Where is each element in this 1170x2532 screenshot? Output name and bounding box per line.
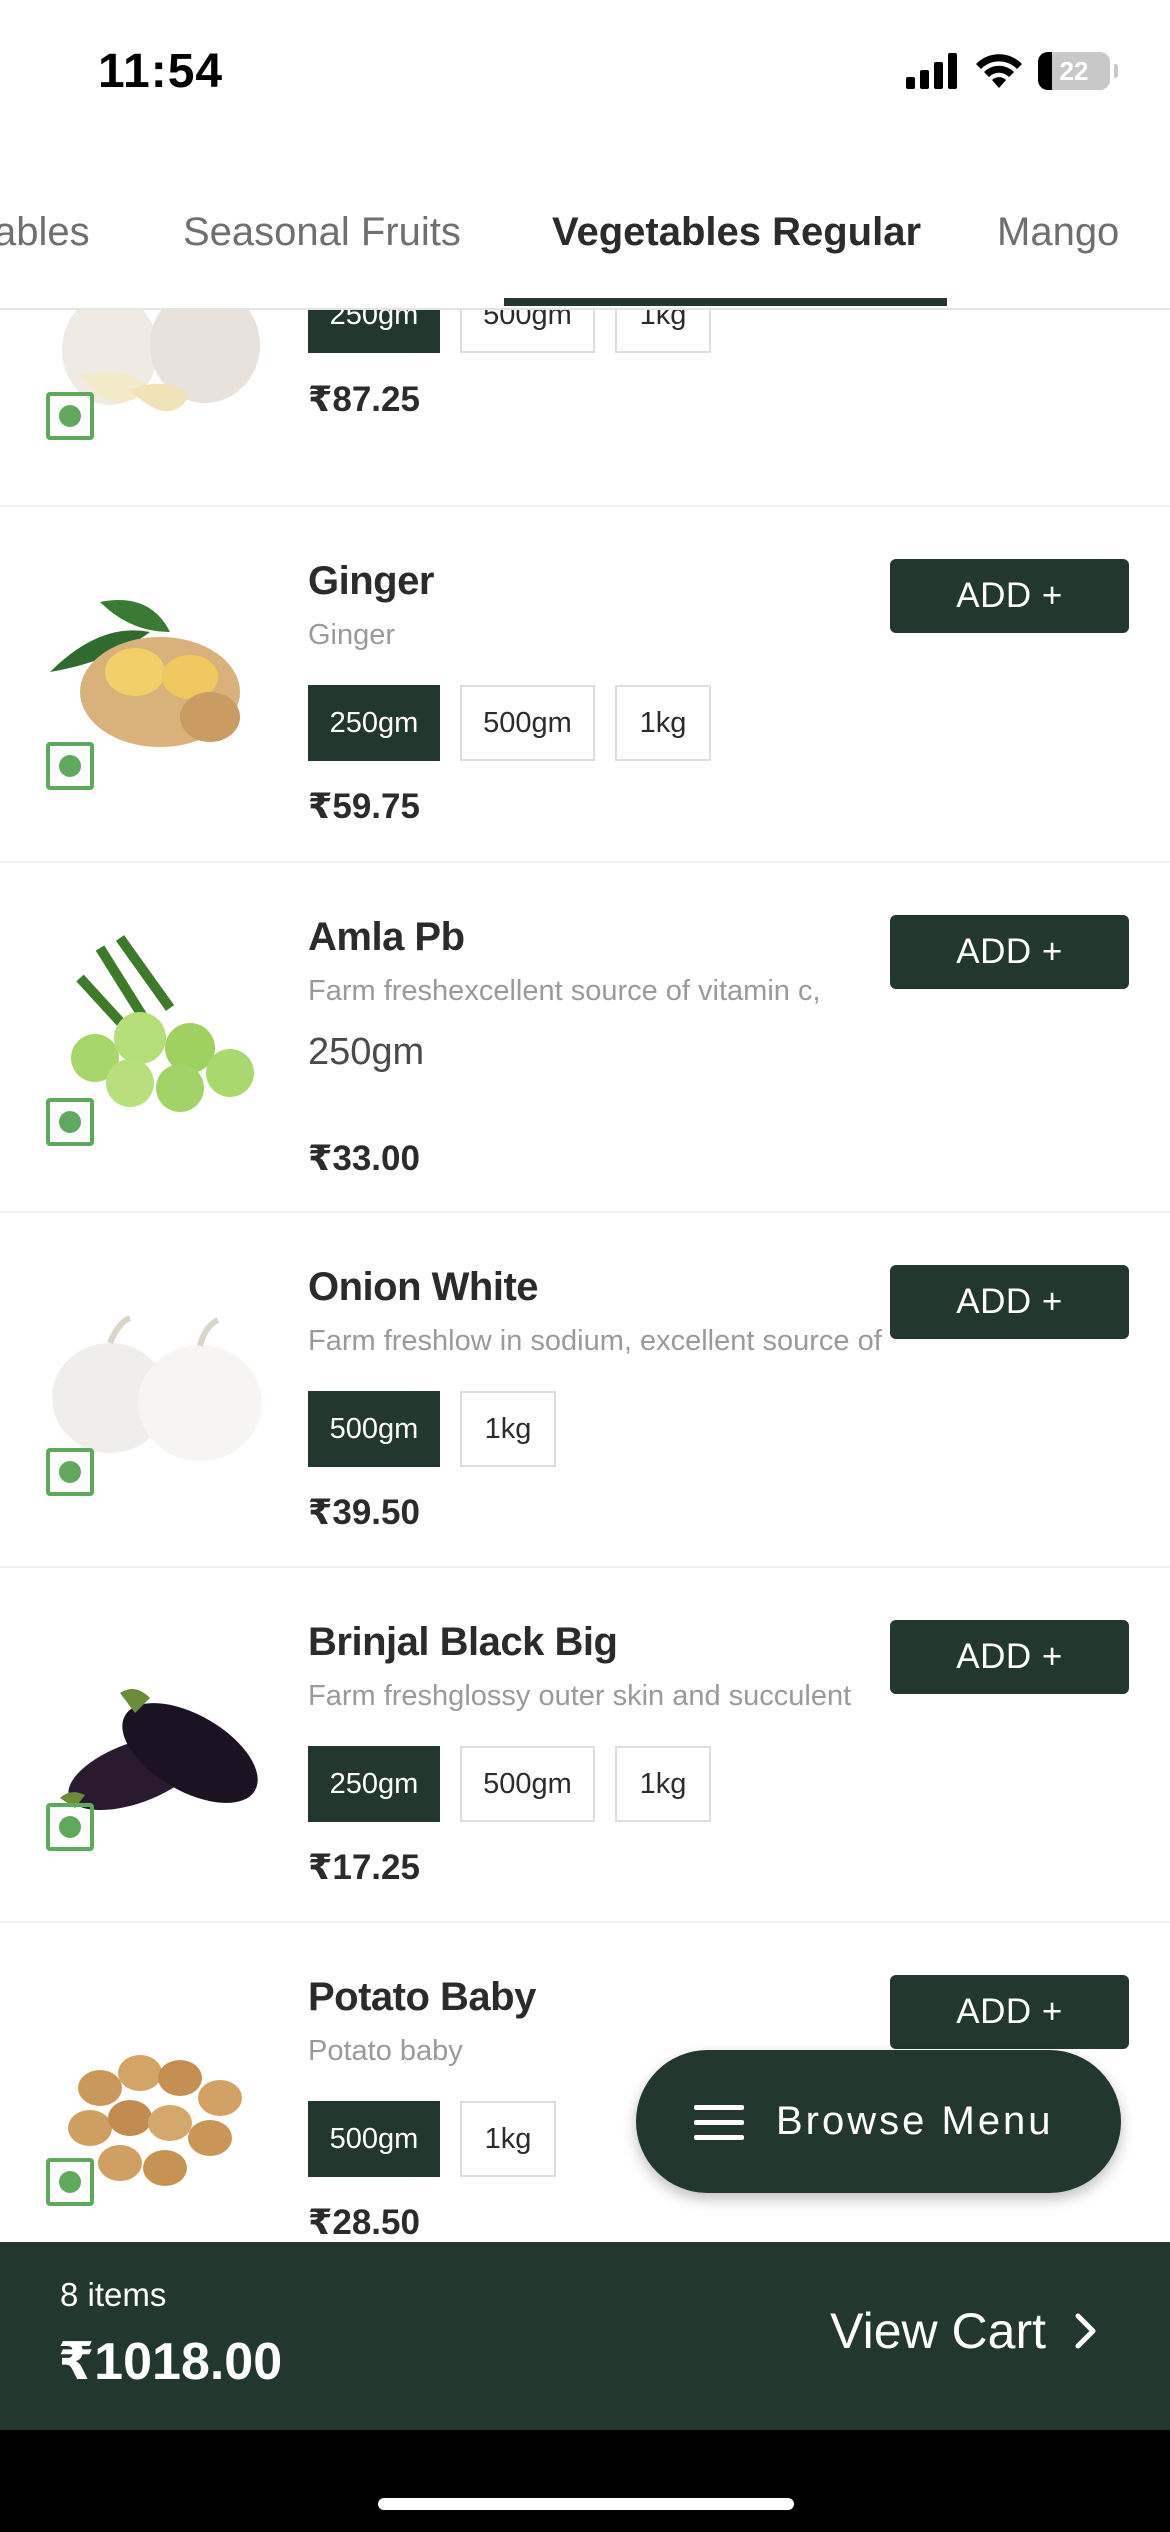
cart-total: ₹1018.00 (58, 2333, 283, 2391)
product-price: ₹33.00 (308, 1139, 420, 1178)
product-price: ₹39.50 (308, 1493, 420, 1532)
product-price: ₹87.25 (308, 380, 420, 419)
veg-mark-icon (46, 742, 94, 790)
product-item-onion-white: Onion White Farm freshlow in sodium, exc… (0, 1213, 1170, 1568)
product-price: ₹17.25 (308, 1848, 420, 1887)
status-bar: 11:54 22 (0, 0, 1170, 150)
browse-menu-button[interactable]: Browse Menu (636, 2050, 1121, 2193)
variant-1kg[interactable]: 1kg (615, 685, 711, 761)
tab-mango[interactable]: Mango (997, 210, 1119, 255)
product-description: Farm freshexcellent source of vitamin c, (308, 975, 821, 1007)
variant-250gm[interactable]: 250gm (308, 310, 440, 353)
status-time: 11:54 (98, 45, 224, 98)
wifi-icon (976, 54, 1022, 88)
veg-mark-icon (46, 2158, 94, 2206)
variant-options: 250gm 500gm 1kg (308, 1746, 711, 1822)
product-description: Farm freshglossy outer skin and succulen… (308, 1680, 852, 1712)
variant-250gm[interactable]: 250gm (308, 685, 440, 761)
variant-500gm[interactable]: 500gm (308, 2101, 440, 2177)
cart-bar[interactable]: 8 items ₹1018.00 View Cart (0, 2242, 1170, 2430)
add-to-cart-button[interactable]: ADD + (890, 1620, 1129, 1694)
hamburger-menu-icon (694, 2104, 744, 2140)
product-item-brinjal: Brinjal Black Big Farm freshglossy outer… (0, 1568, 1170, 1923)
add-to-cart-button[interactable]: ADD + (890, 1975, 1129, 2049)
product-list[interactable]: 250gm 500gm 1kg ₹87.25 Ginger Ginger ADD… (0, 310, 1170, 2242)
home-indicator[interactable] (378, 2498, 794, 2510)
add-to-cart-button[interactable]: ADD + (890, 559, 1129, 633)
category-tabs: ables Seasonal Fruits Vegetables Regular… (0, 150, 1170, 310)
variant-250gm[interactable]: 250gm (308, 1746, 440, 1822)
product-title: Ginger (308, 559, 434, 603)
view-cart-button[interactable]: View Cart (830, 2302, 1098, 2360)
variant-options: 250gm 500gm 1kg (308, 310, 711, 353)
variant-500gm[interactable]: 500gm (460, 685, 595, 761)
active-tab-indicator (504, 298, 947, 306)
cart-item-count: 8 items (60, 2276, 167, 2313)
product-description: Farm freshlow in sodium, excellent sourc… (308, 1325, 882, 1357)
cellular-signal-icon (906, 53, 957, 89)
veg-mark-icon (46, 392, 94, 440)
browse-menu-label: Browse Menu (776, 2099, 1054, 2143)
product-item-amla: Amla Pb Farm freshexcellent source of vi… (0, 863, 1170, 1213)
product-description: Ginger (308, 619, 396, 651)
status-icons: 22 (906, 52, 1118, 90)
veg-mark-icon (46, 1448, 94, 1496)
tab-vegetables-regular[interactable]: Vegetables Regular (552, 210, 921, 255)
product-title: Onion White (308, 1265, 539, 1309)
veg-mark-icon (46, 1803, 94, 1851)
variant-options: 500gm 1kg (308, 2101, 556, 2177)
product-price: ₹28.50 (308, 2203, 420, 2242)
product-item-ginger: Ginger Ginger ADD + 250gm 500gm 1kg ₹59.… (0, 507, 1170, 863)
product-title: Brinjal Black Big (308, 1620, 618, 1664)
tab-seasonal-fruits[interactable]: Seasonal Fruits (183, 210, 461, 255)
add-to-cart-button[interactable]: ADD + (890, 1265, 1129, 1339)
variant-1kg[interactable]: 1kg (615, 1746, 711, 1822)
variant-options: 500gm 1kg (308, 1391, 556, 1467)
tab-vegetables-partial[interactable]: ables (0, 210, 90, 255)
product-item-garlic: 250gm 500gm 1kg ₹87.25 (0, 310, 1170, 507)
chevron-right-icon (1075, 2313, 1096, 2349)
variant-1kg[interactable]: 1kg (460, 2101, 556, 2177)
home-indicator-area (0, 2430, 1170, 2532)
product-title: Potato Baby (308, 1975, 536, 2019)
product-weight: 250gm (308, 1031, 425, 1073)
variant-1kg[interactable]: 1kg (615, 310, 711, 353)
variant-options: 250gm 500gm 1kg (308, 685, 711, 761)
variant-500gm[interactable]: 500gm (308, 1391, 440, 1467)
view-cart-label: View Cart (830, 2303, 1046, 2359)
veg-mark-icon (46, 1098, 94, 1146)
add-to-cart-button[interactable]: ADD + (890, 915, 1129, 989)
battery-icon: 22 (1038, 52, 1118, 90)
product-price: ₹59.75 (308, 787, 420, 826)
product-title: Amla Pb (308, 915, 465, 959)
variant-500gm[interactable]: 500gm (460, 1746, 595, 1822)
variant-500gm[interactable]: 500gm (460, 310, 595, 353)
variant-1kg[interactable]: 1kg (460, 1391, 556, 1467)
